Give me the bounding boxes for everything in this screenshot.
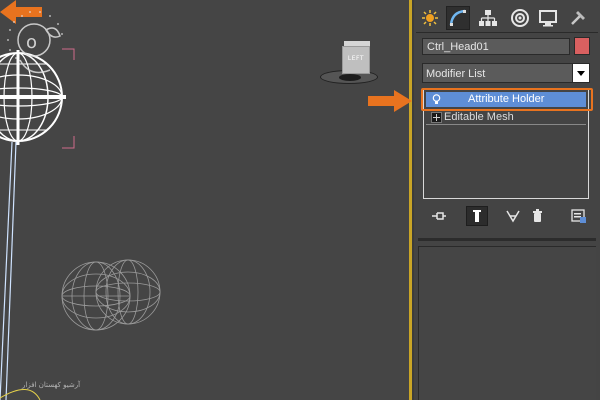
make-unique-icon xyxy=(506,210,520,223)
motion-icon xyxy=(511,9,529,27)
hierarchy-tab[interactable] xyxy=(476,6,500,30)
spine-bone xyxy=(0,141,17,400)
object-color-swatch[interactable] xyxy=(574,37,590,55)
viewport-left[interactable]: LEFT o xyxy=(0,0,412,400)
parameters-rollout xyxy=(418,246,596,400)
utilities-tab[interactable] xyxy=(566,6,590,30)
object-name-field[interactable]: Ctrl_Head01 xyxy=(422,38,570,55)
configure-sets-icon xyxy=(571,209,586,223)
stack-item-label: Editable Mesh xyxy=(444,111,514,123)
pin-stack-button[interactable] xyxy=(428,206,450,226)
create-tab[interactable] xyxy=(418,6,442,30)
chevron-down-icon[interactable] xyxy=(572,64,589,82)
stack-item-editable-mesh[interactable]: Editable Mesh xyxy=(426,110,586,125)
create-icon xyxy=(422,10,438,26)
watermark-logo-icon: o xyxy=(7,11,63,74)
hammer-icon xyxy=(571,11,585,25)
mesh-icon[interactable] xyxy=(431,112,442,123)
eye-spheres xyxy=(61,259,161,331)
svg-text:o: o xyxy=(26,32,37,53)
pin-stack-icon xyxy=(432,212,446,220)
active-viewport-border xyxy=(409,0,412,400)
show-end-result-icon xyxy=(473,210,481,222)
display-tab[interactable] xyxy=(536,6,560,30)
annotation-highlight-box xyxy=(421,88,593,111)
configure-modifier-sets-button[interactable] xyxy=(568,206,590,226)
viewcube-label: LEFT xyxy=(347,55,365,62)
command-panel-tabs xyxy=(414,4,600,32)
annotation-arrow-right-icon xyxy=(368,90,412,112)
modifier-stack-toolbar xyxy=(422,204,592,228)
make-unique-button[interactable] xyxy=(502,206,524,226)
viewcube[interactable]: LEFT xyxy=(320,41,380,90)
command-panel: Ctrl_Head01 Modifier List Attribute Hold… xyxy=(414,0,600,400)
remove-modifier-icon xyxy=(533,209,542,222)
rollout-divider xyxy=(418,238,596,241)
modifier-list-label: Modifier List xyxy=(426,68,486,80)
remove-modifier-button[interactable] xyxy=(526,206,548,226)
hierarchy-icon xyxy=(479,10,497,26)
watermark-text: آرشیو کهستان افزار xyxy=(22,381,81,389)
motion-tab[interactable] xyxy=(508,6,532,30)
modifier-list-dropdown[interactable]: Modifier List xyxy=(422,63,590,83)
show-end-result-button[interactable] xyxy=(466,206,488,226)
modify-icon xyxy=(449,9,466,26)
modify-tab[interactable] xyxy=(446,6,470,30)
display-icon xyxy=(539,10,557,27)
